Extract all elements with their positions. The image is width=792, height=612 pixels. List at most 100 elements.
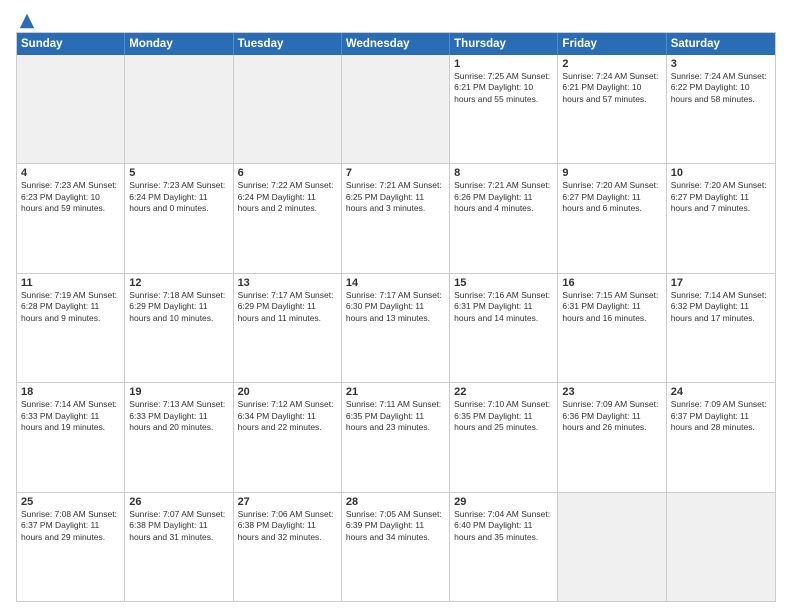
calendar-cell: 19Sunrise: 7:13 AM Sunset: 6:33 PM Dayli… — [125, 383, 233, 491]
day-info: Sunrise: 7:21 AM Sunset: 6:25 PM Dayligh… — [346, 180, 445, 214]
day-number: 19 — [129, 386, 228, 398]
day-info: Sunrise: 7:24 AM Sunset: 6:22 PM Dayligh… — [671, 71, 771, 105]
calendar-cell: 7Sunrise: 7:21 AM Sunset: 6:25 PM Daylig… — [342, 164, 450, 272]
calendar-week-row: 1Sunrise: 7:25 AM Sunset: 6:21 PM Daylig… — [17, 55, 775, 164]
day-number: 21 — [346, 386, 445, 398]
calendar-cell: 18Sunrise: 7:14 AM Sunset: 6:33 PM Dayli… — [17, 383, 125, 491]
calendar-cell: 14Sunrise: 7:17 AM Sunset: 6:30 PM Dayli… — [342, 274, 450, 382]
calendar-cell: 2Sunrise: 7:24 AM Sunset: 6:21 PM Daylig… — [558, 55, 666, 163]
calendar-cell: 24Sunrise: 7:09 AM Sunset: 6:37 PM Dayli… — [667, 383, 775, 491]
calendar-cell — [17, 55, 125, 163]
calendar-week-row: 11Sunrise: 7:19 AM Sunset: 6:28 PM Dayli… — [17, 274, 775, 383]
day-info: Sunrise: 7:09 AM Sunset: 6:36 PM Dayligh… — [562, 399, 661, 433]
day-info: Sunrise: 7:12 AM Sunset: 6:34 PM Dayligh… — [238, 399, 337, 433]
day-info: Sunrise: 7:20 AM Sunset: 6:27 PM Dayligh… — [562, 180, 661, 214]
day-number: 11 — [21, 277, 120, 289]
calendar-cell — [667, 493, 775, 601]
day-info: Sunrise: 7:24 AM Sunset: 6:21 PM Dayligh… — [562, 71, 661, 105]
calendar-header-cell: Tuesday — [234, 33, 342, 55]
calendar-cell: 9Sunrise: 7:20 AM Sunset: 6:27 PM Daylig… — [558, 164, 666, 272]
calendar-cell: 8Sunrise: 7:21 AM Sunset: 6:26 PM Daylig… — [450, 164, 558, 272]
day-number: 1 — [454, 58, 553, 70]
day-number: 4 — [21, 167, 120, 179]
day-info: Sunrise: 7:08 AM Sunset: 6:37 PM Dayligh… — [21, 509, 120, 543]
day-info: Sunrise: 7:04 AM Sunset: 6:40 PM Dayligh… — [454, 509, 553, 543]
calendar-cell: 12Sunrise: 7:18 AM Sunset: 6:29 PM Dayli… — [125, 274, 233, 382]
calendar-cell: 28Sunrise: 7:05 AM Sunset: 6:39 PM Dayli… — [342, 493, 450, 601]
day-number: 20 — [238, 386, 337, 398]
calendar-cell: 6Sunrise: 7:22 AM Sunset: 6:24 PM Daylig… — [234, 164, 342, 272]
calendar-header-cell: Thursday — [450, 33, 558, 55]
day-number: 13 — [238, 277, 337, 289]
day-info: Sunrise: 7:23 AM Sunset: 6:23 PM Dayligh… — [21, 180, 120, 214]
calendar-cell: 16Sunrise: 7:15 AM Sunset: 6:31 PM Dayli… — [558, 274, 666, 382]
day-info: Sunrise: 7:14 AM Sunset: 6:32 PM Dayligh… — [671, 290, 771, 324]
calendar-cell: 5Sunrise: 7:23 AM Sunset: 6:24 PM Daylig… — [125, 164, 233, 272]
calendar-cell: 4Sunrise: 7:23 AM Sunset: 6:23 PM Daylig… — [17, 164, 125, 272]
calendar-cell: 29Sunrise: 7:04 AM Sunset: 6:40 PM Dayli… — [450, 493, 558, 601]
calendar-header-cell: Friday — [558, 33, 666, 55]
calendar-cell: 3Sunrise: 7:24 AM Sunset: 6:22 PM Daylig… — [667, 55, 775, 163]
day-number: 16 — [562, 277, 661, 289]
calendar-week-row: 18Sunrise: 7:14 AM Sunset: 6:33 PM Dayli… — [17, 383, 775, 492]
calendar-header-cell: Wednesday — [342, 33, 450, 55]
day-number: 8 — [454, 167, 553, 179]
day-number: 18 — [21, 386, 120, 398]
day-info: Sunrise: 7:07 AM Sunset: 6:38 PM Dayligh… — [129, 509, 228, 543]
day-number: 15 — [454, 277, 553, 289]
day-info: Sunrise: 7:17 AM Sunset: 6:30 PM Dayligh… — [346, 290, 445, 324]
header — [16, 12, 776, 26]
calendar-week-row: 4Sunrise: 7:23 AM Sunset: 6:23 PM Daylig… — [17, 164, 775, 273]
day-number: 12 — [129, 277, 228, 289]
calendar-cell: 21Sunrise: 7:11 AM Sunset: 6:35 PM Dayli… — [342, 383, 450, 491]
day-number: 25 — [21, 496, 120, 508]
day-number: 29 — [454, 496, 553, 508]
day-number: 2 — [562, 58, 661, 70]
day-info: Sunrise: 7:05 AM Sunset: 6:39 PM Dayligh… — [346, 509, 445, 543]
day-info: Sunrise: 7:11 AM Sunset: 6:35 PM Dayligh… — [346, 399, 445, 433]
calendar-cell: 11Sunrise: 7:19 AM Sunset: 6:28 PM Dayli… — [17, 274, 125, 382]
calendar-cell — [558, 493, 666, 601]
day-info: Sunrise: 7:21 AM Sunset: 6:26 PM Dayligh… — [454, 180, 553, 214]
calendar-body: 1Sunrise: 7:25 AM Sunset: 6:21 PM Daylig… — [17, 55, 775, 601]
calendar-cell: 26Sunrise: 7:07 AM Sunset: 6:38 PM Dayli… — [125, 493, 233, 601]
day-number: 27 — [238, 496, 337, 508]
day-number: 22 — [454, 386, 553, 398]
logo-icon — [18, 12, 36, 30]
calendar-header-cell: Monday — [125, 33, 233, 55]
calendar-header-cell: Saturday — [667, 33, 775, 55]
day-info: Sunrise: 7:15 AM Sunset: 6:31 PM Dayligh… — [562, 290, 661, 324]
day-info: Sunrise: 7:17 AM Sunset: 6:29 PM Dayligh… — [238, 290, 337, 324]
day-number: 14 — [346, 277, 445, 289]
day-info: Sunrise: 7:22 AM Sunset: 6:24 PM Dayligh… — [238, 180, 337, 214]
calendar-cell: 1Sunrise: 7:25 AM Sunset: 6:21 PM Daylig… — [450, 55, 558, 163]
day-number: 17 — [671, 277, 771, 289]
calendar-week-row: 25Sunrise: 7:08 AM Sunset: 6:37 PM Dayli… — [17, 493, 775, 601]
day-info: Sunrise: 7:25 AM Sunset: 6:21 PM Dayligh… — [454, 71, 553, 105]
calendar-cell — [342, 55, 450, 163]
calendar: SundayMondayTuesdayWednesdayThursdayFrid… — [16, 32, 776, 602]
day-info: Sunrise: 7:18 AM Sunset: 6:29 PM Dayligh… — [129, 290, 228, 324]
day-info: Sunrise: 7:14 AM Sunset: 6:33 PM Dayligh… — [21, 399, 120, 433]
calendar-cell: 23Sunrise: 7:09 AM Sunset: 6:36 PM Dayli… — [558, 383, 666, 491]
calendar-header-cell: Sunday — [17, 33, 125, 55]
calendar-cell: 25Sunrise: 7:08 AM Sunset: 6:37 PM Dayli… — [17, 493, 125, 601]
calendar-cell: 27Sunrise: 7:06 AM Sunset: 6:38 PM Dayli… — [234, 493, 342, 601]
calendar-cell: 15Sunrise: 7:16 AM Sunset: 6:31 PM Dayli… — [450, 274, 558, 382]
day-info: Sunrise: 7:16 AM Sunset: 6:31 PM Dayligh… — [454, 290, 553, 324]
day-number: 3 — [671, 58, 771, 70]
day-number: 9 — [562, 167, 661, 179]
day-info: Sunrise: 7:19 AM Sunset: 6:28 PM Dayligh… — [21, 290, 120, 324]
calendar-cell: 20Sunrise: 7:12 AM Sunset: 6:34 PM Dayli… — [234, 383, 342, 491]
day-number: 24 — [671, 386, 771, 398]
calendar-cell: 10Sunrise: 7:20 AM Sunset: 6:27 PM Dayli… — [667, 164, 775, 272]
day-info: Sunrise: 7:20 AM Sunset: 6:27 PM Dayligh… — [671, 180, 771, 214]
day-info: Sunrise: 7:23 AM Sunset: 6:24 PM Dayligh… — [129, 180, 228, 214]
calendar-cell — [125, 55, 233, 163]
calendar-cell: 13Sunrise: 7:17 AM Sunset: 6:29 PM Dayli… — [234, 274, 342, 382]
day-number: 5 — [129, 167, 228, 179]
day-number: 10 — [671, 167, 771, 179]
day-info: Sunrise: 7:13 AM Sunset: 6:33 PM Dayligh… — [129, 399, 228, 433]
day-number: 26 — [129, 496, 228, 508]
day-info: Sunrise: 7:09 AM Sunset: 6:37 PM Dayligh… — [671, 399, 771, 433]
